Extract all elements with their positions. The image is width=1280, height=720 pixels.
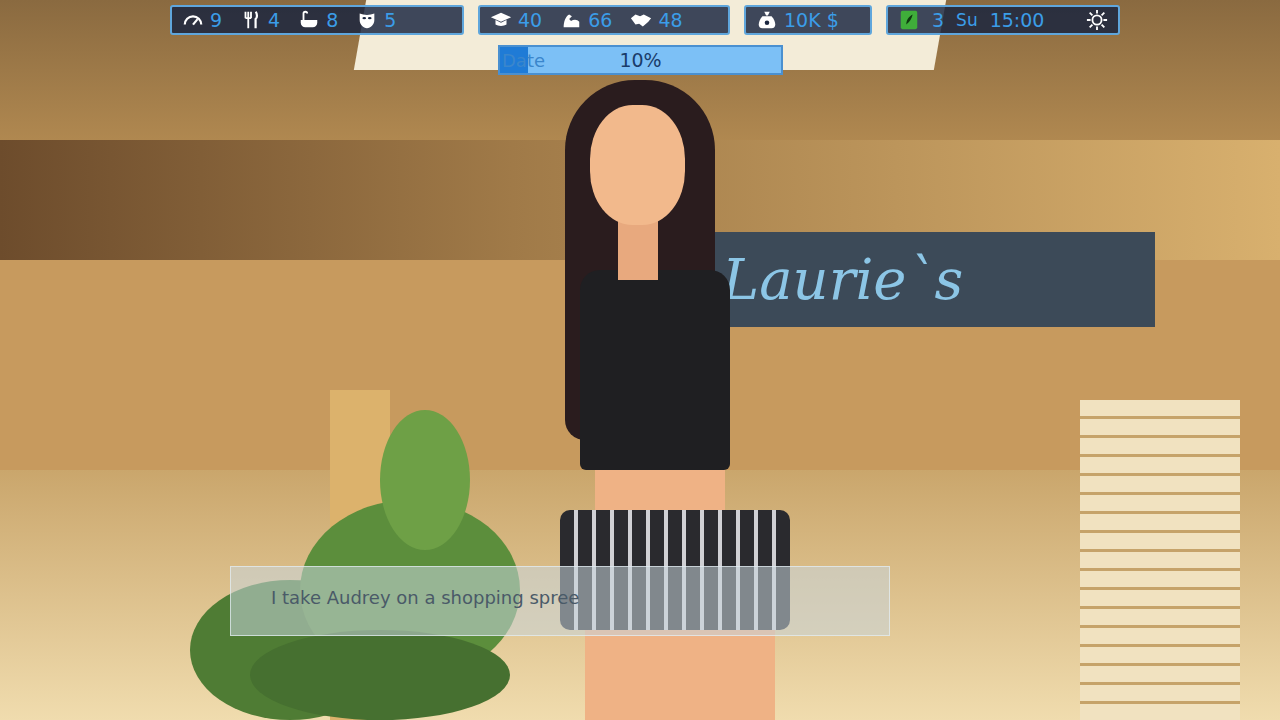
stat-panel: 40 66 48 (478, 5, 730, 35)
stat-value: 10K $ (784, 9, 839, 31)
date-reading: 10% (500, 49, 781, 71)
stat: 40 (490, 9, 542, 31)
stat: 5 (356, 9, 396, 31)
hud-layer: 948540664810K $3Su15:00Date10%I take Aud… (0, 0, 1280, 720)
stat: 10K $ (756, 9, 839, 31)
stat-panel: 10K $ (744, 5, 872, 35)
stat: 8 (298, 9, 338, 31)
game-screen: Laurie`s948540664810K $3Su15:00Date10%I … (0, 0, 1280, 720)
stat-value: 40 (518, 9, 542, 31)
stat-value: 48 (658, 9, 682, 31)
day-number: 3 (932, 9, 944, 31)
stat-panel: 9 4 8 5 (170, 5, 464, 35)
fork-knife-icon (240, 9, 262, 31)
stat: 9 (182, 9, 222, 31)
stat-value: 66 (588, 9, 612, 31)
stat: 66 (560, 9, 612, 31)
gauge-icon (182, 9, 204, 31)
stat-value: 9 (210, 9, 222, 31)
stat-value: 8 (326, 9, 338, 31)
handshake-icon (630, 9, 652, 31)
arm-icon (560, 9, 582, 31)
date-progress: Date10% (498, 45, 783, 75)
bath-icon (298, 9, 320, 31)
date-label: Date (500, 50, 545, 71)
sun-icon (1086, 9, 1108, 31)
stat-value: 4 (268, 9, 280, 31)
money-bag-icon (756, 9, 778, 31)
journal-icon[interactable] (898, 9, 920, 31)
calendar-panel: 3 Su 15:00 (886, 5, 1120, 35)
clock: 15:00 (990, 9, 1045, 31)
stat-value: 5 (384, 9, 396, 31)
dialog-box[interactable]: I take Audrey on a shopping spree (230, 566, 890, 636)
mask-icon (356, 9, 378, 31)
grad-cap-icon (490, 9, 512, 31)
stat: 48 (630, 9, 682, 31)
weekday: Su (956, 10, 978, 30)
hud-bar: 948540664810K $3Su15:00 (0, 0, 1280, 35)
stat: 4 (240, 9, 280, 31)
shop-sign: Laurie`s (700, 232, 1155, 327)
dialog-text: I take Audrey on a shopping spree (271, 587, 579, 608)
stairs (1080, 400, 1240, 720)
plant (190, 410, 530, 720)
